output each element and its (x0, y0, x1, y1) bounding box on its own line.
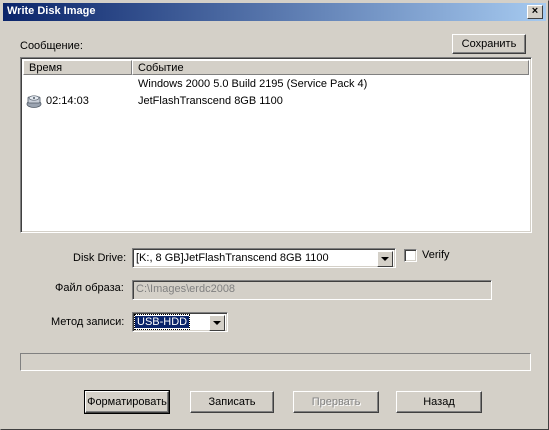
progress-bar (20, 353, 531, 371)
back-button[interactable]: Назад (396, 391, 482, 413)
log-row-event: JetFlashTranscend 8GB 1100 (138, 95, 283, 107)
format-button-label: Форматировать (87, 396, 167, 408)
write-method-value: USB-HDD (133, 314, 191, 330)
back-button-label: Назад (423, 396, 455, 408)
abort-button[interactable]: Прервать (293, 391, 379, 413)
log-row[interactable]: 02:14:03 JetFlashTranscend 8GB 1100 (23, 93, 529, 109)
disk-drive-label: Disk Drive: (73, 252, 127, 264)
log-header: Время Событие (23, 60, 529, 75)
message-label: Сообщение: (20, 40, 83, 52)
write-button-label: Записать (208, 396, 256, 408)
close-button[interactable]: × (527, 5, 543, 19)
column-header-event[interactable]: Событие (132, 60, 529, 75)
verify-checkbox[interactable] (404, 249, 417, 262)
disk-drive-icon (26, 93, 42, 114)
write-method-label: Метод записи: (51, 316, 125, 328)
save-log-button-label: Сохранить (461, 38, 517, 50)
log-listview[interactable]: Время Событие Windows 2000 5.0 Build 219… (20, 57, 532, 233)
write-button[interactable]: Записать (190, 391, 274, 413)
log-row-time: 02:14:03 (46, 95, 89, 107)
log-row-event: Windows 2000 5.0 Build 2195 (Service Pac… (138, 78, 368, 90)
save-log-button[interactable]: Сохранить (452, 34, 526, 54)
window-title: Write Disk Image (7, 5, 96, 17)
abort-button-label: Прервать (311, 396, 361, 408)
column-header-event-label: Событие (138, 62, 184, 74)
verify-label: Verify (422, 249, 450, 261)
write-method-selected: USB-HDD (135, 316, 190, 328)
column-header-time[interactable]: Время (23, 60, 132, 75)
image-file-field[interactable]: C:\Images\erdc2008 (132, 280, 492, 300)
log-row[interactable]: Windows 2000 5.0 Build 2195 (Service Pac… (23, 76, 529, 92)
disk-drive-value: [K:, 8 GB]JetFlashTranscend 8GB 1100 (136, 252, 329, 264)
image-file-value: C:\Images\erdc2008 (136, 283, 236, 295)
chevron-down-icon[interactable] (209, 315, 225, 331)
chevron-down-icon[interactable] (377, 251, 393, 267)
column-header-time-label: Время (29, 62, 63, 74)
write-disk-image-window: Write Disk Image × Сообщение: Сохранить … (0, 0, 549, 430)
format-button[interactable]: Форматировать (84, 390, 170, 414)
close-icon: × (531, 5, 539, 17)
write-method-select[interactable]: USB-HDD (132, 312, 228, 332)
title-bar[interactable]: Write Disk Image × (3, 3, 546, 21)
disk-drive-select[interactable]: [K:, 8 GB]JetFlashTranscend 8GB 1100 (132, 248, 396, 268)
image-file-label: Файл образа: (55, 282, 124, 294)
